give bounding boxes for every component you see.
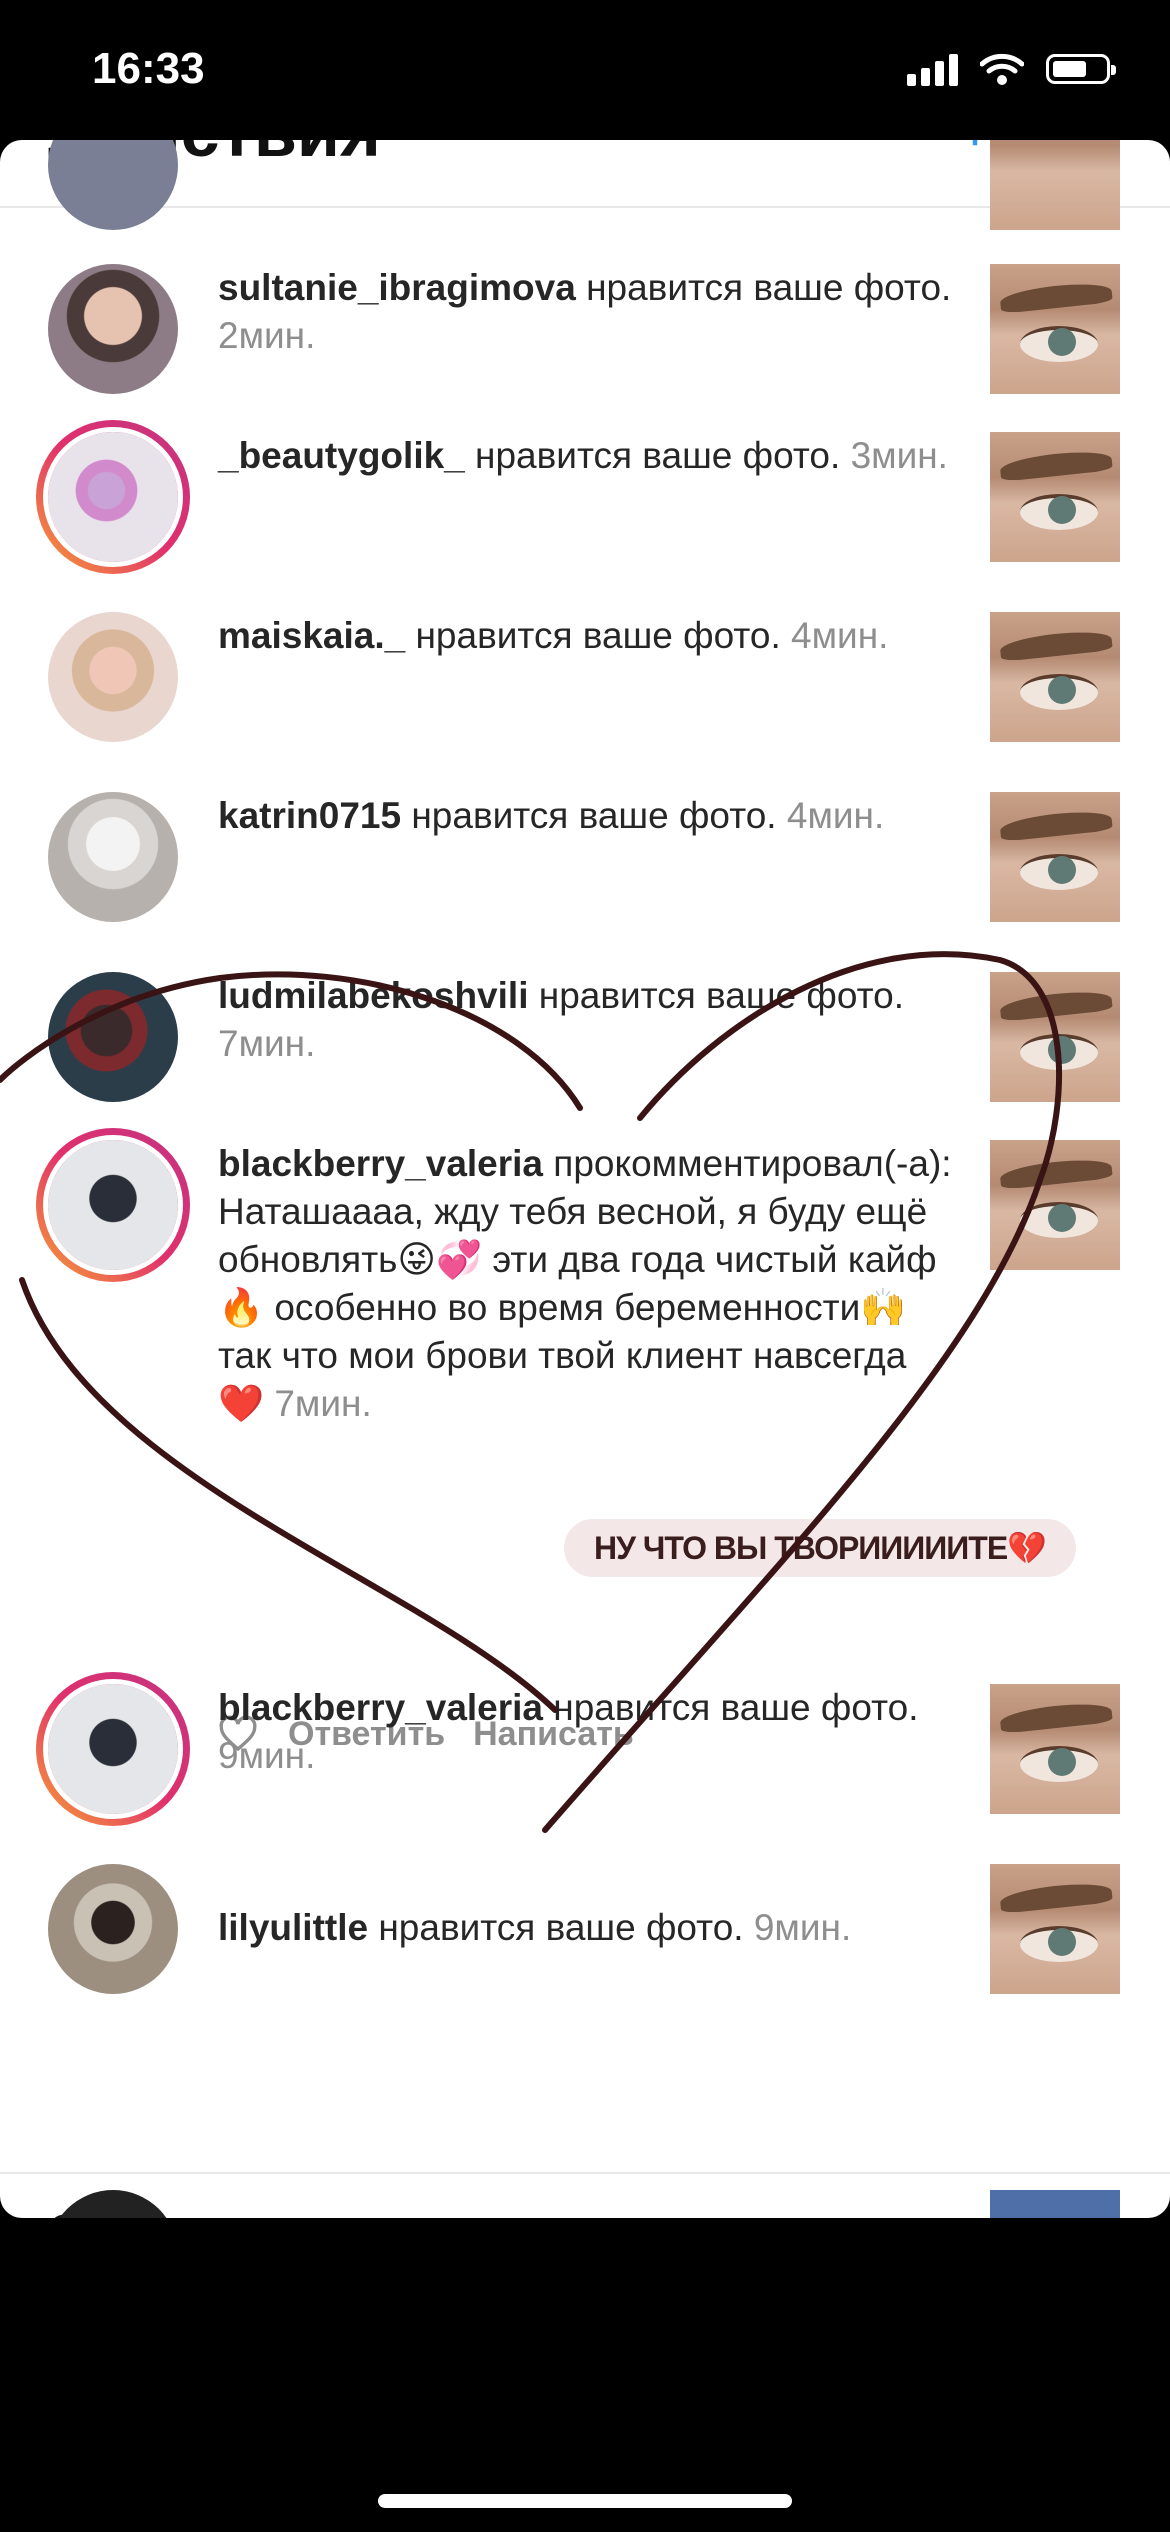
activity-text: нравится ваше — [415, 615, 673, 656]
story-text-sticker: НУ ЧТО ВЫ ТВОРИИИИИТЕ💔 — [564, 1519, 1076, 1577]
activity-time: 4мин. — [791, 615, 889, 656]
post-thumbnail[interactable] — [990, 1140, 1120, 1270]
activity-text: нравится ваше фото. — [378, 1907, 744, 1948]
post-thumbnail[interactable] — [990, 972, 1120, 1102]
username[interactable]: blackberry_valeria — [218, 1687, 543, 1728]
activity-text-2: фото. — [820, 1687, 919, 1728]
wifi-icon — [980, 53, 1024, 85]
post-thumbnail[interactable] — [990, 264, 1120, 394]
activity-text: нравится ваше — [586, 267, 844, 308]
avatar[interactable] — [48, 264, 178, 394]
avatar[interactable] — [36, 1128, 190, 1282]
avatar[interactable] — [36, 1672, 190, 1826]
status-bar: 16:33 — [0, 0, 1170, 140]
avatar[interactable] — [48, 792, 178, 922]
activity-sheet: Действия Фильтр sultanie_ibragimova нрав… — [0, 140, 1170, 2218]
avatar[interactable] — [48, 1864, 178, 1994]
comment-text: прокомментировал(-а): Наташаааа, жду теб… — [218, 1143, 952, 1424]
cellular-signal-icon — [907, 52, 958, 86]
activity-text-2: фото. — [806, 975, 904, 1016]
username[interactable]: sultanie_ibragimova — [218, 267, 576, 308]
activity-time: 7мин. — [274, 1383, 372, 1424]
activity-text-2: фото. — [678, 795, 777, 836]
activity-text-2: фото. — [742, 435, 841, 476]
section-divider — [0, 2172, 1170, 2174]
activity-time: 9мин. — [218, 1735, 316, 1776]
activity-time: 7мин. — [218, 1023, 316, 1064]
activity-text: нравится ваше — [475, 435, 733, 476]
post-thumbnail[interactable] — [990, 1864, 1120, 1994]
battery-icon — [1046, 54, 1116, 84]
avatar[interactable] — [48, 140, 178, 230]
username[interactable]: lilyulittle — [218, 1907, 368, 1948]
post-thumbnail[interactable] — [990, 1684, 1120, 1814]
post-thumbnail[interactable] — [990, 612, 1120, 742]
status-time: 16:33 — [92, 44, 205, 93]
activity-time: 2мин. — [218, 315, 316, 356]
activity-text-2: фото. — [853, 267, 952, 308]
post-thumbnail[interactable] — [990, 432, 1120, 562]
username[interactable]: katrin0715 — [218, 795, 401, 836]
username[interactable]: _beautygolik_ — [218, 435, 465, 476]
avatar[interactable] — [48, 612, 178, 742]
activity-time: 3мин. — [850, 435, 948, 476]
post-thumbnail[interactable] — [990, 140, 1120, 230]
activity-text-2: фото. — [683, 615, 781, 656]
activity-time: 9мин. — [753, 1907, 852, 1948]
home-indicator[interactable] — [378, 2494, 792, 2508]
activity-text: нравится ваше — [411, 795, 669, 836]
avatar[interactable] — [48, 972, 178, 1102]
post-thumbnail[interactable] — [990, 2190, 1120, 2218]
username[interactable]: blackberry_valeria — [218, 1143, 543, 1184]
username[interactable]: ludmilabekoshvili — [218, 975, 528, 1016]
status-icons — [907, 52, 1116, 86]
activity-time: 4мин. — [786, 795, 885, 836]
post-thumbnail[interactable] — [990, 792, 1120, 922]
avatar[interactable] — [36, 420, 190, 574]
activity-text: нравится ваше — [553, 1687, 811, 1728]
username[interactable]: maiskaia._ — [218, 615, 405, 656]
activity-text: нравится ваше — [538, 975, 797, 1016]
